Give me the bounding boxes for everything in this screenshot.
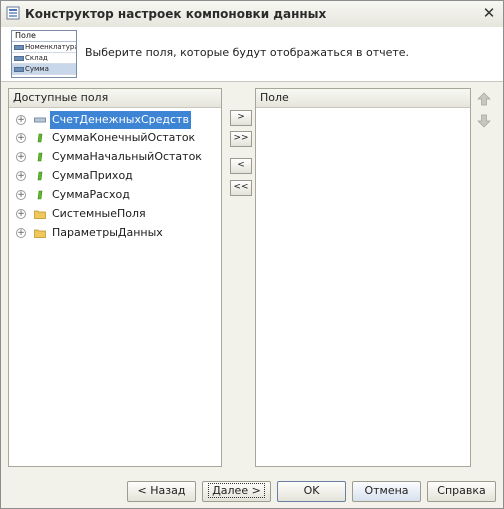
move-up-icon[interactable] (477, 92, 491, 106)
expand-icon[interactable]: + (16, 228, 26, 238)
tree-item-summa-nachalny[interactable]: + СуммаНачальныйОстаток (9, 148, 219, 166)
preview-row: Сумма (12, 64, 76, 75)
tree-item-label: СистемныеПоля (52, 207, 146, 220)
expand-icon[interactable]: + (16, 133, 26, 143)
resource-icon (37, 171, 43, 181)
tree-item-schet[interactable]: + СчетДенежныхСредств (9, 111, 219, 129)
add-field-button[interactable]: > (230, 110, 252, 126)
dimension-icon (34, 117, 46, 123)
selected-fields-header: Поле (256, 89, 470, 108)
tree-item-summa-rashod[interactable]: + СуммаРасход (9, 186, 219, 204)
expand-icon[interactable]: + (16, 115, 26, 125)
folder-icon (34, 229, 46, 238)
cancel-button[interactable]: Отмена (352, 481, 421, 502)
tree-item-sistemnye-polya[interactable]: + СистемныеПоля (9, 205, 219, 223)
preview-row: Склад (12, 53, 76, 64)
app-icon (6, 6, 20, 20)
tree-item-label: СуммаКонечныйОстаток (52, 131, 196, 144)
add-all-fields-button[interactable]: >> (230, 131, 252, 147)
preview-header: Поле (12, 31, 76, 42)
tree-item-label: СуммаПриход (52, 169, 133, 182)
remove-all-fields-button[interactable]: << (230, 180, 252, 196)
close-icon[interactable]: ✕ (481, 4, 497, 22)
next-button[interactable]: Далее > (202, 481, 271, 502)
move-down-icon[interactable] (477, 114, 491, 128)
preview-row: Номенклатура (12, 42, 76, 53)
expand-icon[interactable]: + (16, 171, 26, 181)
title-bar: Конструктор настроек компоновки данных ✕ (1, 1, 503, 28)
header-area: Поле Номенклатура Склад Сумма Выберите п… (1, 27, 503, 82)
expand-icon[interactable]: + (16, 209, 26, 219)
available-fields-panel[interactable]: Доступные поля + СчетДенежныхСредств + С… (8, 88, 222, 467)
resource-icon (37, 152, 43, 162)
resource-icon (37, 133, 43, 143)
tree-item-label: СуммаНачальныйОстаток (52, 150, 202, 163)
instruction-text: Выберите поля, которые будут отображатьс… (85, 46, 410, 59)
ok-button[interactable]: OK (277, 481, 346, 502)
tree-item-parametry-dannyh[interactable]: + ПараметрыДанных (9, 224, 219, 242)
help-button[interactable]: Справка (427, 481, 496, 502)
tree-item-label: ПараметрыДанных (52, 226, 163, 239)
report-preview-image: Поле Номенклатура Склад Сумма (11, 30, 77, 78)
back-button[interactable]: < Назад (127, 481, 196, 502)
tree-item-label: СуммаРасход (52, 188, 130, 201)
window-title: Конструктор настроек компоновки данных (25, 7, 327, 21)
expand-icon[interactable]: + (16, 152, 26, 162)
tree-item-summa-konechny[interactable]: + СуммаКонечныйОстаток (9, 129, 219, 147)
dialog-window: Конструктор настроек компоновки данных ✕… (0, 0, 504, 509)
selected-fields-panel[interactable]: Поле (255, 88, 471, 467)
resource-icon (37, 190, 43, 200)
expand-icon[interactable]: + (16, 190, 26, 200)
tree-item-label: СчетДенежныхСредств (50, 111, 191, 129)
tree-item-summa-prihod[interactable]: + СуммаПриход (9, 167, 219, 185)
available-fields-header: Доступные поля (9, 89, 221, 108)
folder-icon (34, 210, 46, 219)
remove-field-button[interactable]: < (230, 158, 252, 174)
